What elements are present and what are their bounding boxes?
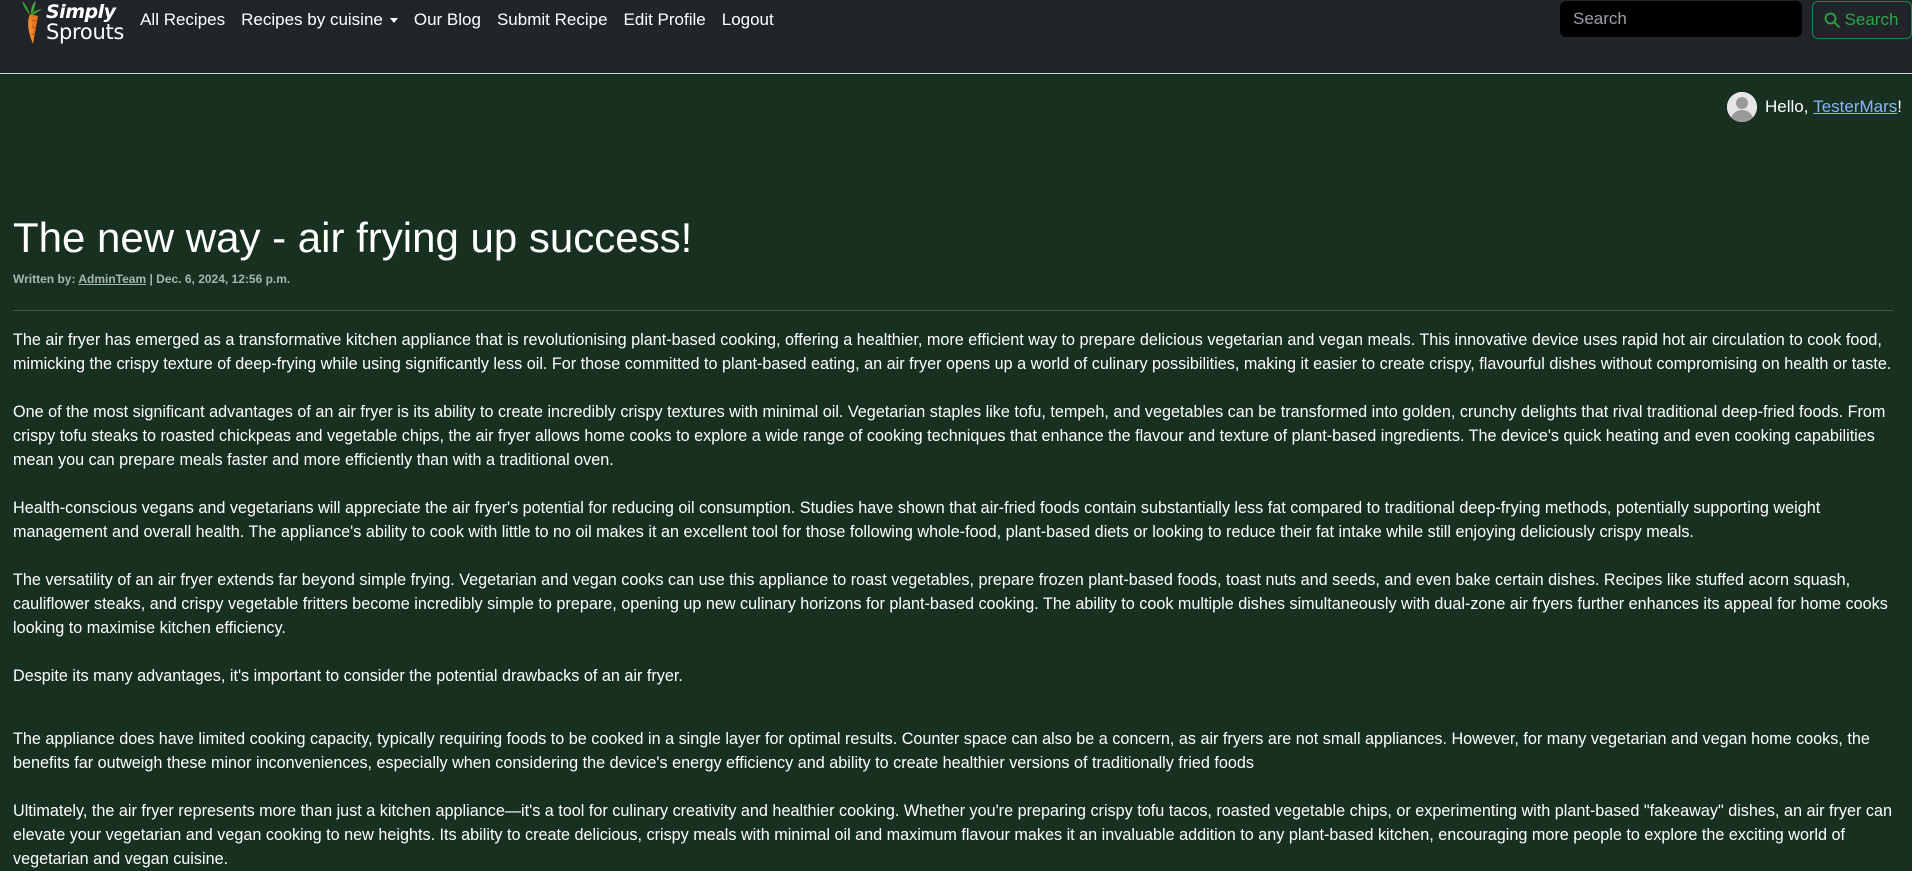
nav-all-recipes[interactable]: All Recipes: [140, 10, 225, 30]
user-greeting: Hello, TesterMars!: [1727, 92, 1902, 122]
author-link[interactable]: AdminTeam: [78, 272, 146, 286]
caret-down-icon: [389, 17, 398, 23]
post-date: | Dec. 6, 2024, 12:56 p.m.: [146, 272, 291, 286]
search-input[interactable]: [1560, 1, 1802, 37]
post-paragraph: The air fryer has emerged as a transform…: [13, 331, 1892, 373]
post-paragraph: The appliance does have limited cooking …: [13, 730, 1870, 772]
brand-line-2: Sprouts: [46, 20, 125, 44]
nav-links: All Recipes Recipes by cuisine Our Blog …: [140, 10, 790, 30]
post-paragraph: The versatility of an air fryer extends …: [13, 571, 1888, 637]
search-button-label: Search: [1844, 10, 1899, 29]
search-icon: [1824, 12, 1840, 28]
blog-post: The new way - air frying up success! Wri…: [0, 74, 1912, 871]
greeting-prefix: Hello,: [1765, 97, 1814, 116]
meta-prefix: Written by:: [13, 272, 79, 286]
post-paragraph: One of the most significant advantages o…: [13, 403, 1886, 469]
search-form: Search: [1560, 1, 1912, 39]
username-link[interactable]: TesterMars: [1813, 97, 1897, 117]
post-paragraph: Health-conscious vegans and vegetarians …: [13, 499, 1821, 541]
carrot-icon: [22, 1, 42, 44]
search-button[interactable]: Search: [1812, 1, 1912, 39]
brand-line-1: Simply: [46, 1, 116, 23]
divider: [13, 310, 1893, 311]
brand-logo-link[interactable]: Simply Sprouts: [14, 0, 124, 44]
post-paragraph: Ultimately, the air fryer represents mor…: [13, 802, 1892, 868]
post-meta: Written by: AdminTeam | Dec. 6, 2024, 12…: [13, 272, 1899, 286]
post-paragraph: Despite its many advantages, it's import…: [13, 667, 683, 685]
greeting-suffix: !: [1897, 97, 1902, 116]
nav-edit-profile[interactable]: Edit Profile: [624, 10, 706, 30]
post-body: The air fryer has emerged as a transform…: [13, 328, 1899, 871]
navbar: Simply Sprouts All Recipes Recipes by cu…: [0, 0, 1912, 74]
post-title: The new way - air frying up success!: [13, 214, 693, 261]
nav-recipes-by-cuisine-dropdown[interactable]: Recipes by cuisine: [241, 10, 398, 30]
brand-name: Simply Sprouts: [46, 1, 125, 44]
user-avatar-icon: [1727, 92, 1757, 122]
nav-our-blog[interactable]: Our Blog: [414, 10, 481, 30]
nav-submit-recipe[interactable]: Submit Recipe: [497, 10, 608, 30]
nav-recipes-by-cuisine-label: Recipes by cuisine: [241, 10, 383, 29]
nav-logout[interactable]: Logout: [722, 10, 774, 30]
